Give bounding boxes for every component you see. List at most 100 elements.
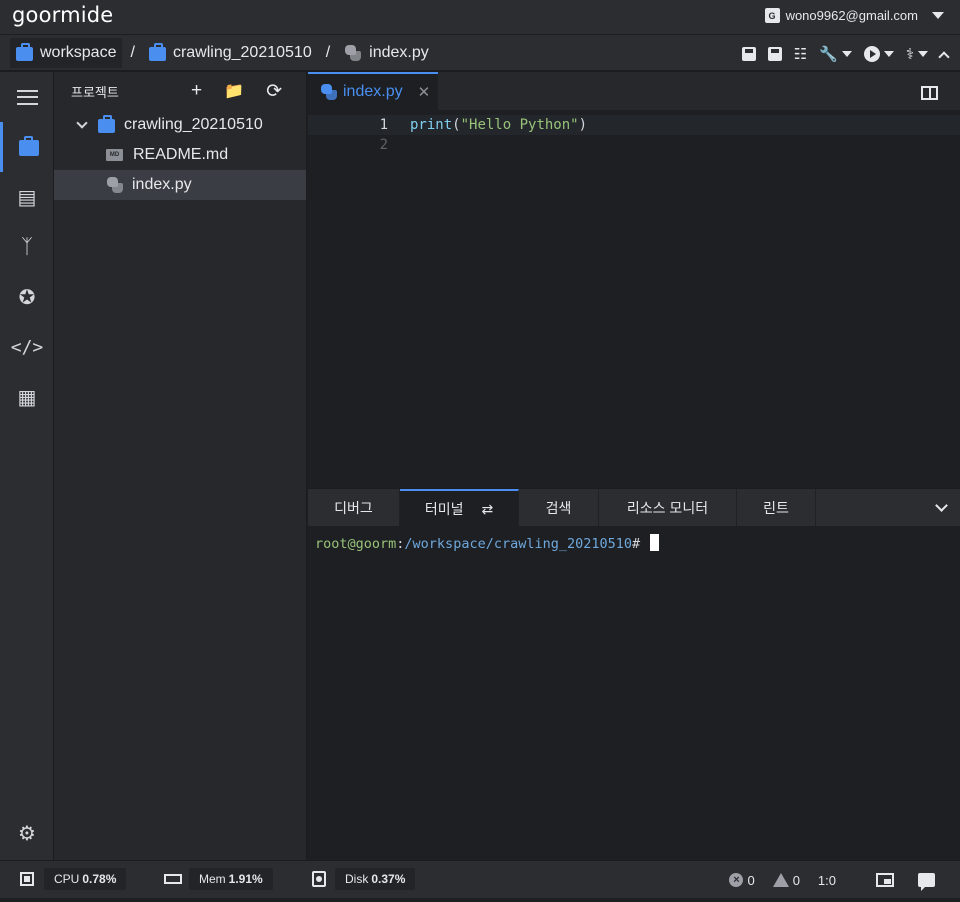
caret-down-icon	[841, 51, 852, 57]
tree-folder[interactable]: crawling_20210510	[54, 110, 306, 140]
tab-index-py[interactable]: index.py ✕	[308, 72, 438, 110]
tab-resource-monitor-label: 리소스 모니터	[626, 500, 709, 516]
collapse-button[interactable]	[938, 42, 950, 66]
goormide-logo[interactable]: goormide	[12, 3, 113, 27]
git-button[interactable]: ᛉ	[0, 222, 54, 272]
status-bar: CPU 0.78% Mem 1.91% Disk 0.37% × 0 0 1:0	[0, 860, 960, 898]
build-tools-button[interactable]: 🔧	[819, 42, 852, 66]
tab-label: index.py	[343, 83, 403, 100]
account-menu[interactable]: G wono9962@gmail.com	[764, 8, 944, 23]
terminal-cursor	[650, 534, 660, 551]
line-number: 2	[379, 137, 388, 153]
swap-icon[interactable]: ⇄	[481, 501, 493, 518]
code-paren: (	[452, 117, 461, 133]
split-editor-icon[interactable]	[921, 86, 938, 100]
layout-icon[interactable]	[876, 873, 894, 887]
chat-icon[interactable]	[918, 873, 935, 891]
disk-stat[interactable]: Disk 0.37%	[335, 868, 416, 890]
wrench-icon: 🔧	[819, 46, 838, 63]
disk-icon	[310, 870, 328, 888]
code-button[interactable]: </>	[0, 322, 54, 372]
tree-file-label: index.py	[132, 176, 192, 193]
tab-terminal[interactable]: 터미널 ⇄	[400, 489, 519, 527]
add-folder-icon[interactable]: 📁	[224, 81, 244, 101]
python-file-icon	[320, 83, 338, 101]
breadcrumb-bar: workspace / crawling_20210510 / index.py…	[0, 34, 960, 72]
search-file-button[interactable]: ☷	[794, 42, 807, 66]
cursor-position[interactable]: 1:0	[818, 873, 836, 888]
mem-stat[interactable]: Mem 1.91%	[189, 868, 273, 890]
tab-debug[interactable]: 디버그	[308, 489, 400, 527]
breadcrumb-project-label: crawling_20210510	[172, 44, 312, 61]
tree-file-label: README.md	[133, 146, 229, 163]
briefcase-icon	[148, 43, 166, 61]
menu-icon	[16, 89, 38, 105]
menu-button[interactable]	[0, 72, 54, 122]
cpu-label: CPU	[54, 872, 80, 886]
terminal-user: root@goorm	[315, 536, 397, 552]
extension-button[interactable]: ▦	[0, 372, 54, 422]
cpu-stat[interactable]: CPU 0.78%	[44, 868, 127, 890]
editor-button[interactable]: ▤	[0, 172, 54, 222]
error-icon: ×	[729, 873, 744, 887]
debug-button[interactable]: ✪	[0, 272, 54, 322]
add-file-icon[interactable]: +	[191, 80, 202, 102]
tab-lint-label: 린트	[763, 500, 789, 516]
mem-value: 1.91%	[228, 872, 263, 886]
tree-file[interactable]: MD README.md	[54, 140, 306, 170]
chevron-up-icon	[938, 50, 950, 63]
activity-bar: ▤ ᛉ ✪ </> ▦ ⚙	[0, 72, 54, 860]
python-file-icon	[106, 176, 124, 194]
test-button[interactable]: ⚕	[906, 42, 928, 66]
code-line: 2	[308, 135, 960, 155]
breadcrumb-workspace-label: workspace	[40, 44, 117, 61]
explorer-title: 프로젝트	[71, 84, 119, 100]
tree-file[interactable]: index.py	[54, 170, 306, 200]
python-file-icon	[344, 44, 362, 62]
save-button[interactable]	[741, 42, 756, 66]
code-text: print("Hello Python")	[388, 117, 587, 133]
panel-tab-bar: 디버그 터미널 ⇄ 검색 리소스 모니터 린트	[308, 488, 960, 527]
save-all-icon	[767, 47, 782, 61]
breadcrumb-workspace[interactable]: workspace	[10, 38, 123, 68]
tab-debug-label: 디버그	[334, 500, 373, 516]
run-icon	[863, 46, 880, 62]
settings-button[interactable]: ⚙	[0, 808, 54, 858]
code-editor[interactable]: 1 print("Hello Python") 2	[308, 110, 960, 488]
memory-icon	[164, 870, 182, 888]
explorer-header: 프로젝트 + 📁 ⟳	[54, 72, 306, 110]
run-button[interactable]	[863, 42, 894, 66]
error-count-value: 0	[747, 872, 755, 888]
disk-label: Disk	[345, 872, 369, 886]
top-bar: goormide G wono9962@gmail.com	[0, 0, 960, 34]
code-line: 1 print("Hello Python")	[308, 115, 960, 135]
warning-icon	[772, 873, 789, 887]
save-all-button[interactable]	[767, 42, 782, 66]
error-count[interactable]: × 0	[729, 872, 755, 888]
breadcrumb-project[interactable]: crawling_20210510	[143, 38, 318, 68]
tab-terminal-label: 터미널	[424, 501, 464, 517]
warning-count[interactable]: 0	[772, 872, 800, 888]
tab-resource-monitor[interactable]: 리소스 모니터	[599, 489, 737, 527]
tab-search[interactable]: 검색	[519, 489, 599, 527]
bug-icon: ✪	[18, 286, 36, 309]
code-icon: </>	[10, 336, 44, 358]
terminal[interactable]: root@goorm:/workspace/crawling_20210510#	[308, 526, 960, 860]
project-button[interactable]	[0, 122, 54, 172]
project-explorer: 프로젝트 + 📁 ⟳ crawling_20210510 MD README.m…	[54, 72, 307, 860]
tab-search-label: 검색	[545, 500, 572, 516]
breadcrumb: workspace / crawling_20210510 / index.py	[10, 38, 435, 68]
cpu-value: 0.78%	[82, 872, 117, 886]
tab-lint[interactable]: 린트	[737, 489, 816, 527]
google-icon: G	[764, 8, 780, 23]
code-paren: )	[578, 117, 588, 133]
terminal-prompt: #	[632, 536, 641, 552]
close-icon[interactable]: ✕	[418, 83, 431, 101]
breadcrumb-file-label: index.py	[369, 44, 429, 61]
warning-count-value: 0	[792, 872, 800, 888]
chevron-down-icon[interactable]	[935, 499, 948, 512]
breadcrumb-separator: /	[130, 44, 135, 61]
breadcrumb-file[interactable]: index.py	[338, 38, 435, 68]
refresh-icon[interactable]: ⟳	[266, 80, 282, 103]
caret-down-icon	[883, 51, 894, 57]
